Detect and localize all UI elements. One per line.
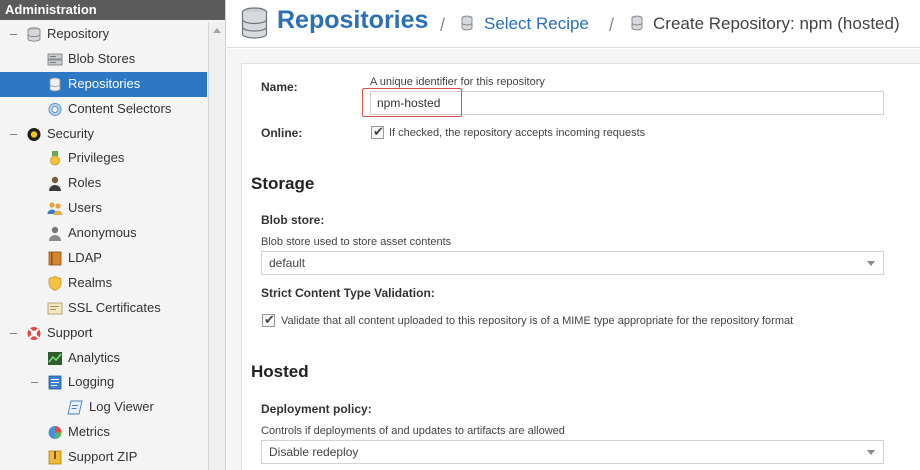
sidebar-item-roles[interactable]: Roles <box>0 171 207 196</box>
role-user-icon <box>49 177 61 192</box>
sidebar-item-label: Users <box>68 200 102 216</box>
hosted-section-title: Hosted <box>251 362 309 381</box>
name-help-text: A unique identifier for this repository <box>370 76 545 88</box>
sidebar-header: Administration <box>0 0 225 20</box>
collapse-toggle[interactable]: – <box>10 22 20 47</box>
ldap-book-icon <box>48 251 62 266</box>
repository-form: Name: A unique identifier for this repos… <box>241 63 920 470</box>
sidebar-item-metrics[interactable]: Metrics <box>0 420 207 445</box>
collapse-toggle[interactable]: – <box>31 370 41 395</box>
database-icon <box>27 27 41 42</box>
sidebar-item-repository[interactable]: – Repository <box>0 22 207 47</box>
sidebar-item-label: Content Selectors <box>68 100 172 116</box>
sidebar-item-label: Repository <box>47 26 110 41</box>
online-label: Online: <box>261 126 303 140</box>
users-icon <box>47 202 63 216</box>
dropdown-caret-icon <box>867 450 875 455</box>
main-content: Name: A unique identifier for this repos… <box>227 49 920 470</box>
sidebar-item-ldap[interactable]: LDAP <box>0 246 207 271</box>
blob-store-icon <box>47 53 63 66</box>
logging-icon <box>48 376 62 390</box>
sidebar-item-label: Security <box>47 125 94 141</box>
name-input-highlight <box>362 88 462 117</box>
collapse-toggle[interactable]: – <box>10 122 20 147</box>
sidebar-item-label: Log Viewer <box>89 399 154 415</box>
checkmark-icon: ✔ <box>264 312 275 327</box>
sidebar-item-label: Blob Stores <box>68 50 136 66</box>
sidebar-item-label: LDAP <box>68 250 102 266</box>
dropdown-caret-icon <box>867 261 875 266</box>
anonymous-user-icon <box>49 226 61 242</box>
analytics-chart-icon <box>48 351 62 365</box>
sidebar-item-logging[interactable]: – Logging <box>0 370 207 395</box>
certificate-icon <box>47 302 63 315</box>
shield-icon <box>48 275 62 291</box>
sidebar-item-label: Roles <box>68 175 102 191</box>
sidebar-item-label: Anonymous <box>68 225 137 241</box>
sidebar-item-repositories[interactable]: Repositories <box>0 71 207 97</box>
deployment-policy-select[interactable]: Disable redeploy <box>261 440 884 464</box>
online-help-text: If checked, the repository accepts incom… <box>389 127 646 139</box>
sidebar-item-anonymous[interactable]: Anonymous <box>0 221 207 246</box>
page-header: Repositories / Select Recipe / Create Re… <box>227 0 920 48</box>
collapse-toggle[interactable]: – <box>10 321 20 346</box>
sidebar-item-label: Support <box>47 324 93 340</box>
sidebar-scrollbar[interactable] <box>208 22 225 470</box>
sidebar-item-label: Metrics <box>68 424 110 440</box>
database-icon <box>49 77 61 92</box>
sidebar-item-realms[interactable]: Realms <box>0 271 207 296</box>
strict-content-checkbox[interactable]: ✔ <box>262 312 275 327</box>
medal-icon <box>50 151 60 166</box>
sidebar-item-support-zip[interactable]: Support ZIP <box>0 445 207 470</box>
sidebar-item-privileges[interactable]: Privileges <box>0 146 207 171</box>
sidebar-item-label: Privileges <box>68 150 125 166</box>
sidebar-item-ssl-certificates[interactable]: SSL Certificates <box>0 296 207 321</box>
admin-sidebar: Administration – Repository Blob Stores … <box>0 0 226 470</box>
online-checkbox[interactable]: ✔ <box>371 124 384 139</box>
sidebar-item-security[interactable]: – Security <box>0 122 207 147</box>
blob-store-select[interactable]: default <box>261 251 884 275</box>
content-selector-icon <box>48 102 62 116</box>
database-icon <box>461 15 473 31</box>
security-badge-icon <box>27 127 41 141</box>
sidebar-item-log-viewer[interactable]: Log Viewer <box>0 395 207 420</box>
sidebar-item-label: Logging <box>68 374 115 390</box>
database-icon <box>241 7 268 39</box>
storage-section-title: Storage <box>251 174 315 193</box>
deployment-policy-value: Disable redeploy <box>269 445 359 459</box>
blob-store-value: default <box>269 256 306 270</box>
database-icon <box>631 15 643 31</box>
sidebar-item-label: SSL Certificates <box>68 299 161 315</box>
support-lifebuoy-icon <box>27 326 41 340</box>
sidebar-item-label: Support ZIP <box>68 449 138 465</box>
sidebar-item-label: Realms <box>68 274 113 290</box>
breadcrumb-select-recipe[interactable]: Select Recipe <box>484 14 589 34</box>
log-viewer-icon <box>67 400 83 415</box>
checkmark-icon: ✔ <box>373 124 384 139</box>
sidebar-item-label: Repositories <box>68 75 141 91</box>
scroll-up-arrow-icon[interactable] <box>213 28 221 33</box>
blob-store-label: Blob store: <box>261 213 325 227</box>
name-label: Name: <box>261 80 298 94</box>
breadcrumb-current: Create Repository: npm (hosted) <box>653 14 900 33</box>
strict-content-label: Strict Content Type Validation: <box>261 286 435 300</box>
sidebar-item-label: Analytics <box>68 349 121 365</box>
sidebar-item-content-selectors[interactable]: Content Selectors <box>0 97 207 122</box>
sidebar-item-support[interactable]: – Support <box>0 321 207 346</box>
blob-store-help-text: Blob store used to store asset contents <box>261 236 452 248</box>
page-title[interactable]: Repositories <box>277 6 428 35</box>
sidebar-item-analytics[interactable]: Analytics <box>0 346 207 371</box>
deployment-policy-help-text: Controls if deployments of and updates t… <box>261 425 565 437</box>
zip-archive-icon <box>48 450 62 465</box>
breadcrumb-separator: / <box>440 15 446 35</box>
sidebar-item-blob-stores[interactable]: Blob Stores <box>0 47 207 72</box>
navigation-tree: – Repository Blob Stores Repositories Co… <box>0 22 207 470</box>
sidebar-item-users[interactable]: Users <box>0 196 207 221</box>
breadcrumb-separator: / <box>609 15 615 35</box>
strict-content-help-text: Validate that all content uploaded to th… <box>281 315 794 327</box>
deployment-policy-label: Deployment policy: <box>261 402 372 416</box>
metrics-pie-icon <box>48 426 62 440</box>
